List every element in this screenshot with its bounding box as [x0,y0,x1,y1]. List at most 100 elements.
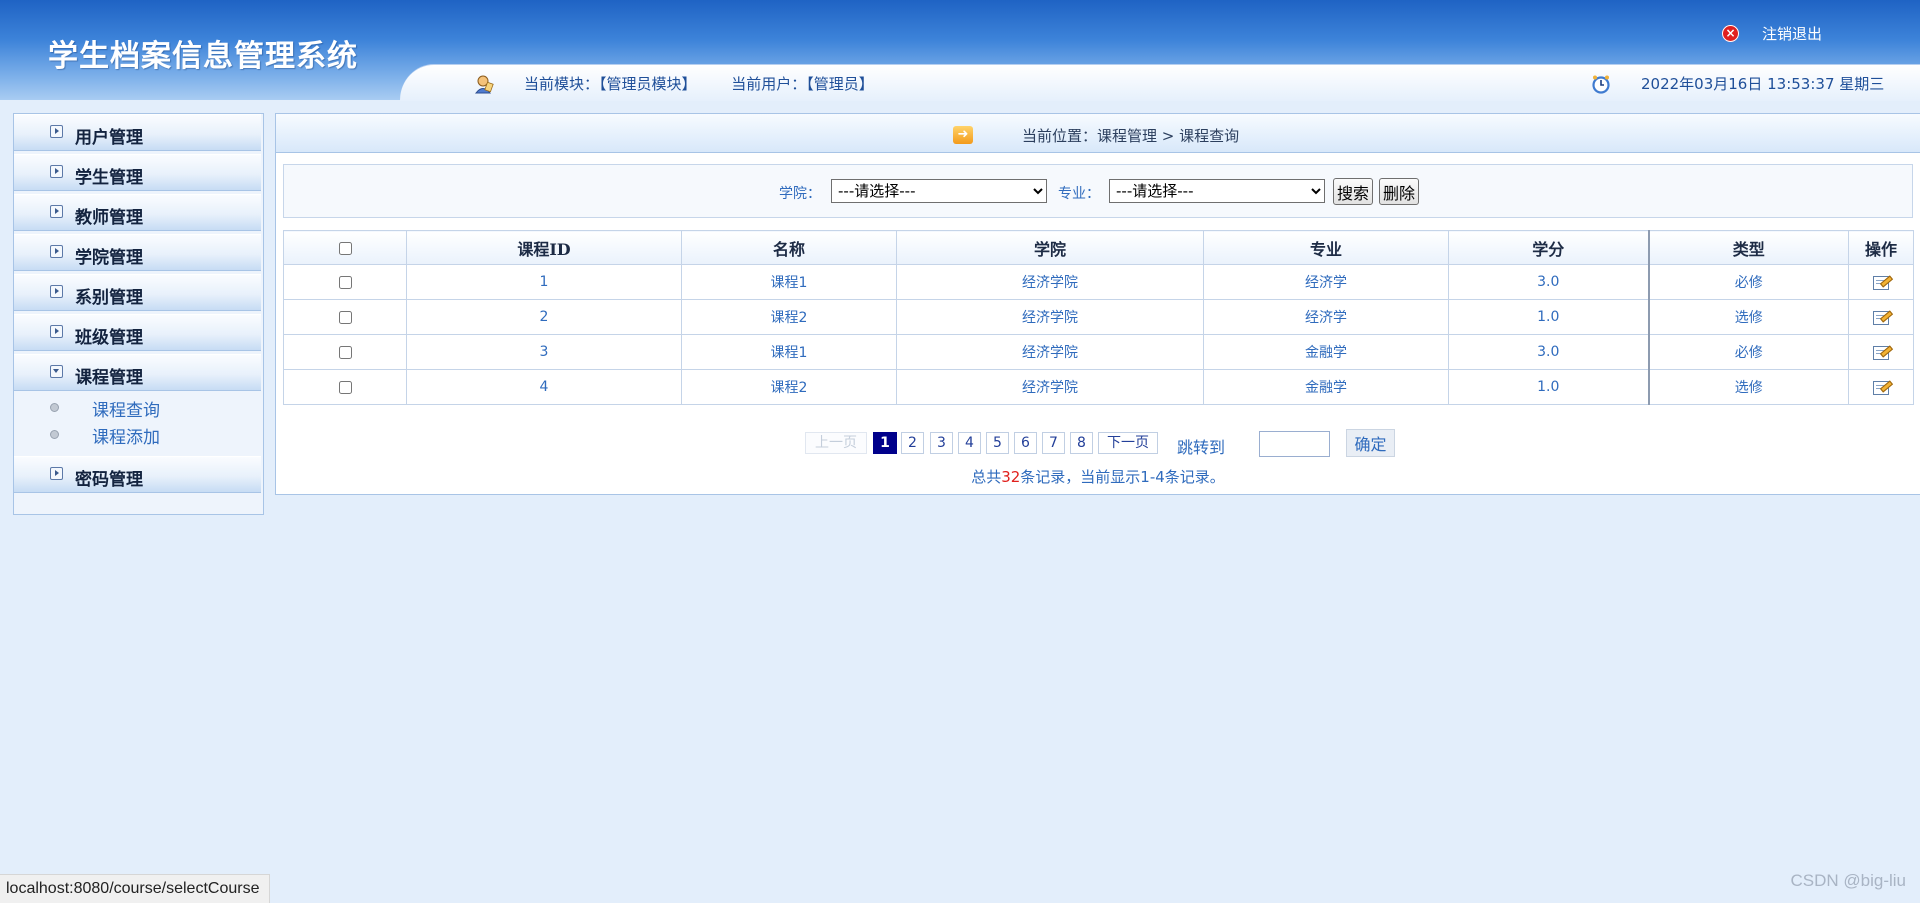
expand-icon [50,245,63,258]
app-title: 学生档案信息管理系统 [48,39,358,74]
current-user: 当前用户：【管理员】 [731,75,874,93]
edit-icon[interactable] [1872,309,1893,325]
page-button[interactable]: 6 [1014,432,1037,454]
expand-icon [50,325,63,338]
page-button[interactable]: 2 [901,432,924,454]
location-bar: ➜ 当前位置：课程管理 > 课程查询 [276,114,1920,153]
sidebar-subitem-label: 课程添加 [92,428,160,448]
module-info: 当前模块：【管理员模块】 当前用户：【管理员】 [524,73,874,94]
course-id-cell: 4 [406,369,682,405]
action-cell [1848,369,1914,405]
major-cell: 经济学 [1203,299,1449,335]
credit-cell: 3.0 [1448,334,1650,370]
jump-confirm-button[interactable]: 确定 [1346,429,1395,457]
action-cell [1848,334,1914,370]
course-name-cell: 课程2 [681,369,897,405]
sidebar-menu-label: 课程管理 [75,368,143,388]
sidebar-menu-student-management[interactable]: 学生管理 [14,154,261,191]
type-cell: 必修 [1648,264,1849,300]
sidebar-menu-label: 教师管理 [75,208,143,228]
summary-prefix: 总共 [971,468,1002,486]
sidebar-menu-label: 系别管理 [75,288,143,308]
jump-page-input[interactable] [1259,431,1330,457]
select-all-checkbox[interactable] [338,242,352,255]
expand-icon [50,205,63,218]
credit-cell: 3.0 [1448,264,1650,300]
main-panel: ➜ 当前位置：课程管理 > 课程查询 学院： ---请选择--- 专业： ---… [275,113,1920,495]
major-label: 专业： [1058,186,1100,202]
record-summary: 总共32条记录，当前显示1-4条记录。 [276,466,1920,487]
major-cell: 金融学 [1203,334,1449,370]
current-module: 当前模块：【管理员模块】 [524,75,697,93]
sidebar-menu-department-management[interactable]: 系别管理 [14,274,261,311]
close-circle-icon[interactable]: × [1722,24,1739,42]
page-button-current[interactable]: 1 [873,432,897,454]
college-select[interactable]: ---请选择--- [831,179,1047,203]
sidebar-subitem-course-query[interactable]: 课程查询 [14,393,261,421]
sidebar-subitem-course-add[interactable]: 课程添加 [14,420,261,448]
college-label: 学院： [779,186,821,202]
sidebar-menu-teacher-management[interactable]: 教师管理 [14,194,261,231]
type-cell: 选修 [1648,299,1849,335]
sidebar-menu-course-management[interactable]: 课程管理 [14,354,261,391]
page-button[interactable]: 8 [1070,432,1093,454]
search-button[interactable]: 搜索 [1333,178,1374,205]
row-checkbox[interactable] [338,310,352,324]
collapse-icon [50,365,63,378]
college-cell: 经济学院 [896,334,1204,370]
major-cell: 金融学 [1203,369,1449,405]
user-icon [474,75,494,94]
college-cell: 经济学院 [896,264,1204,300]
column-header: 操作 [1848,230,1914,265]
sidebar-menu-label: 密码管理 [75,470,143,490]
course-name-cell: 课程1 [681,264,897,300]
page-button[interactable]: 5 [986,432,1009,454]
sidebar-subitem-label: 课程查询 [92,401,160,421]
college-cell: 经济学院 [896,299,1204,335]
page-button[interactable]: 3 [930,432,953,454]
course-name-cell: 课程2 [681,299,897,335]
breadcrumb: 当前位置：课程管理 > 课程查询 [1022,127,1240,145]
bullet-icon [50,430,59,439]
edit-icon[interactable] [1872,379,1893,395]
next-page-button[interactable]: 下一页 [1098,432,1158,454]
sidebar-menu-user-management[interactable]: 用户管理 [14,114,261,151]
row-select-cell [283,369,407,405]
delete-button[interactable]: 删除 [1379,178,1420,205]
logout-area[interactable]: × 注销退出 [1722,22,1822,44]
row-checkbox[interactable] [338,380,352,394]
row-checkbox[interactable] [338,345,352,359]
page-button[interactable]: 7 [1042,432,1065,454]
search-panel: 学院： ---请选择--- 专业： ---请选择--- 搜索 删除 [283,164,1913,218]
prev-page-button: 上一页 [805,432,867,454]
table-row: 2 课程2 经济学院 经济学 1.0 选修 [283,299,1914,335]
sidebar-menu-password-management[interactable]: 密码管理 [14,456,261,493]
table-row: 1 课程1 经济学院 经济学 3.0 必修 [283,264,1914,300]
course-table: 课程ID 名称 学院 专业 学分 类型 操作 1 课程1 经济学院 经济学 3.… [283,230,1914,405]
row-checkbox[interactable] [338,275,352,289]
type-cell: 必修 [1648,334,1849,370]
page-button[interactable]: 4 [958,432,981,454]
jump-label: 跳转到 [1177,438,1226,457]
bullet-icon [50,403,59,412]
credit-cell: 1.0 [1448,299,1650,335]
summary-suffix: 条记录，当前显示1-4条记录。 [1020,468,1225,486]
sidebar-menu-college-management[interactable]: 学院管理 [14,234,261,271]
sidebar-menu-label: 用户管理 [75,128,143,148]
action-cell [1848,299,1914,335]
edit-icon[interactable] [1872,344,1893,360]
major-cell: 经济学 [1203,264,1449,300]
logout-link[interactable]: 注销退出 [1762,23,1822,44]
column-header: 课程ID [406,230,682,265]
edit-icon[interactable] [1872,274,1893,290]
table-row: 3 课程1 经济学院 金融学 3.0 必修 [283,334,1914,370]
row-select-cell [283,299,407,335]
pagination: 上一页 1 2 3 4 5 6 7 8 下一页 跳转到 确定 [276,429,1920,457]
arrow-right-icon: ➜ [953,126,973,144]
row-select-cell [283,264,407,300]
major-select[interactable]: ---请选择--- [1109,179,1325,203]
datetime-display: 2022年03月16日 13:53:37 星期三 [1641,75,1885,93]
sidebar-menu-label: 学院管理 [75,248,143,268]
type-cell: 选修 [1648,369,1849,405]
sidebar-menu-class-management[interactable]: 班级管理 [14,314,261,351]
